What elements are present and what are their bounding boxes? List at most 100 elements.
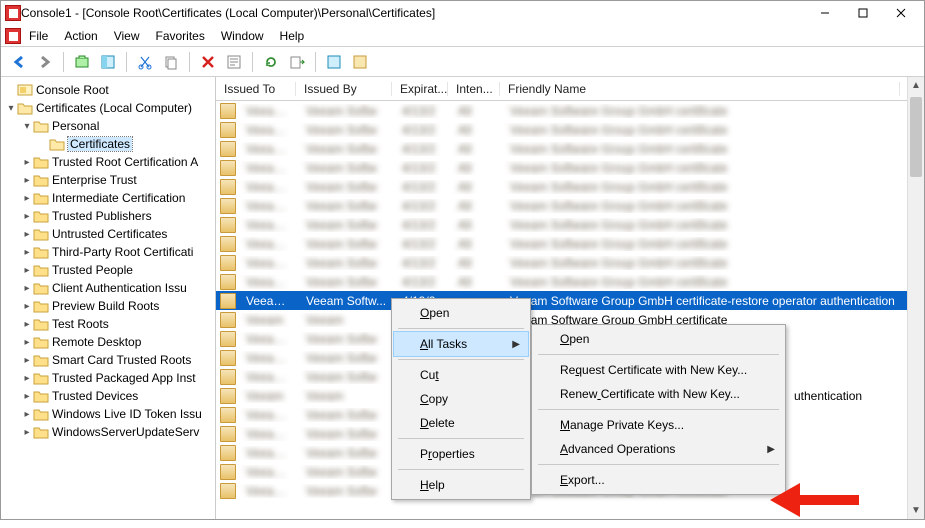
forward-button[interactable]	[33, 50, 57, 74]
list-pane[interactable]: Issued ToIssued ByExpirat...Inten...Frie…	[216, 77, 924, 519]
menu-item-export-[interactable]: Export...	[534, 468, 783, 492]
column-header-issued-to[interactable]: Issued To	[216, 82, 296, 96]
column-header-inten-[interactable]: Inten...	[448, 82, 500, 96]
tree-enterprise-trust[interactable]: ▸Enterprise Trust	[1, 171, 215, 189]
close-button[interactable]	[882, 2, 920, 24]
tree-intermediate-certification[interactable]: ▸Intermediate Certification	[1, 189, 215, 207]
cut-button[interactable]	[133, 50, 157, 74]
tree-twisty-icon[interactable]: ▸	[21, 247, 33, 258]
menu-item-all-tasks[interactable]: All Tasks▶	[394, 332, 528, 356]
scroll-down-icon[interactable]: ▼	[908, 502, 924, 519]
menu-item-open[interactable]: Open	[534, 327, 783, 351]
menu-item-properties[interactable]: Properties	[394, 442, 528, 466]
menu-item-request-certificate-with-new-key-[interactable]: Request Certificate with New Key...	[534, 358, 783, 382]
refresh-button[interactable]	[259, 50, 283, 74]
tree-twisty-icon[interactable]: ▸	[21, 355, 33, 366]
table-row[interactable]: Veeam SVeeam Softw4/13/2AllVeeam Softwar…	[216, 158, 924, 177]
tree-personal-certificates[interactable]: Certificates	[1, 135, 215, 153]
table-row[interactable]: Veeam SVeeam Softw4/13/2AllVeeam Softwar…	[216, 272, 924, 291]
tree-twisty-icon[interactable]: ▸	[21, 229, 33, 240]
show-hide-tree-button[interactable]	[96, 50, 120, 74]
menu-file[interactable]: File	[21, 27, 56, 45]
menu-item-manage-private-keys-[interactable]: Manage Private Keys...	[534, 413, 783, 437]
menu-item-advanced-operations[interactable]: Advanced Operations▶	[534, 437, 783, 461]
tree-twisty-icon[interactable]: ▾	[21, 121, 33, 132]
tree-twisty-icon[interactable]: ▸	[21, 265, 33, 276]
tree-twisty-icon[interactable]: ▸	[21, 337, 33, 348]
tree-trusted-publishers[interactable]: ▸Trusted Publishers	[1, 207, 215, 225]
tree-preview-build-roots[interactable]: ▸Preview Build Roots	[1, 297, 215, 315]
table-row[interactable]: Veeam SVeeam Softw4/13/2AllVeeam Softwar…	[216, 253, 924, 272]
help-button[interactable]	[322, 50, 346, 74]
menu-action[interactable]: Action	[56, 27, 105, 45]
table-row[interactable]: Veeam SVeeam Softw4/13/2AllVeeam Softwar…	[216, 120, 924, 139]
back-button[interactable]	[7, 50, 31, 74]
tree-twisty-icon[interactable]: ▸	[21, 157, 33, 168]
menu-view[interactable]: View	[106, 27, 148, 45]
tree-smart-card-trusted-roots[interactable]: ▸Smart Card Trusted Roots	[1, 351, 215, 369]
folder-icon	[33, 155, 49, 169]
tree-label: Untrusted Certificates	[52, 227, 167, 241]
delete-button[interactable]	[196, 50, 220, 74]
table-row[interactable]: Veeam SVeeam Softw4/13/2AllVeeam Softwar…	[216, 139, 924, 158]
table-row[interactable]: Veeam So...Veeam Softw...4/13/2...Veeam …	[216, 291, 924, 310]
menu-item-open[interactable]: Open	[394, 301, 528, 325]
tree-twisty-icon[interactable]: ▸	[21, 301, 33, 312]
options-button[interactable]	[348, 50, 372, 74]
table-row[interactable]: Veeam SVeeam Softw4/13/2AllVeeam Softwar…	[216, 101, 924, 120]
menu-item-cut[interactable]: Cut	[394, 363, 528, 387]
menu-help[interactable]: Help	[272, 27, 313, 45]
context-submenu-all-tasks[interactable]: Open Request Certificate with New Key...R…	[531, 324, 786, 495]
menu-item-delete[interactable]: Delete	[394, 411, 528, 435]
menu-item-renew-certificate-with-new-key-[interactable]: Renew Certificate with New Key...	[534, 382, 783, 406]
tree-pane[interactable]: Console Root▾Certificates (Local Compute…	[1, 77, 216, 519]
tree-trusted-people[interactable]: ▸Trusted People	[1, 261, 215, 279]
tree-untrusted-certificates[interactable]: ▸ Untrusted Certificates	[1, 225, 215, 243]
menu-window[interactable]: Window	[213, 27, 272, 45]
tree-twisty-icon[interactable]: ▸	[21, 193, 33, 204]
export-list-button[interactable]	[285, 50, 309, 74]
tree-personal[interactable]: ▾Personal	[1, 117, 215, 135]
tree-windows-live-id-token-issu[interactable]: ▸Windows Live ID Token Issu	[1, 405, 215, 423]
tree-twisty-icon[interactable]: ▸	[21, 409, 33, 420]
context-menu[interactable]: Open All Tasks▶ CutCopyDelete Properties Hel…	[391, 298, 531, 500]
menu-item-label: All Tasks	[420, 337, 467, 351]
tree-twisty-icon[interactable]: ▸	[21, 391, 33, 402]
table-row[interactable]: Veeam SVeeam Softw4/13/2AllVeeam Softwar…	[216, 196, 924, 215]
tree-twisty-icon[interactable]: ▸	[21, 283, 33, 294]
scroll-thumb[interactable]	[910, 97, 922, 177]
column-header-expirat-[interactable]: Expirat...	[392, 82, 448, 96]
menu-item-copy[interactable]: Copy	[394, 387, 528, 411]
maximize-button[interactable]	[844, 2, 882, 24]
tree-twisty-icon[interactable]: ▸	[21, 373, 33, 384]
tree-trusted-root-certification-a[interactable]: ▸Trusted Root Certification A	[1, 153, 215, 171]
up-button[interactable]	[70, 50, 94, 74]
menu-item-help[interactable]: Help	[394, 473, 528, 497]
tree-trusted-devices[interactable]: ▸Trusted Devices	[1, 387, 215, 405]
tree-test-roots[interactable]: ▸Test Roots	[1, 315, 215, 333]
table-row[interactable]: Veeam SVeeam Softw4/13/2AllVeeam Softwar…	[216, 177, 924, 196]
tree-twisty-icon[interactable]: ▸	[21, 211, 33, 222]
tree-twisty-icon[interactable]: ▸	[21, 319, 33, 330]
tree-third-party-root-certificati[interactable]: ▸Third-Party Root Certificati	[1, 243, 215, 261]
tree-certificates-local-computer[interactable]: ▾Certificates (Local Computer)	[1, 99, 215, 117]
properties-button[interactable]	[222, 50, 246, 74]
tree-remote-desktop[interactable]: ▸Remote Desktop	[1, 333, 215, 351]
column-header-issued-by[interactable]: Issued By	[296, 82, 392, 96]
copy-button[interactable]	[159, 50, 183, 74]
tree-twisty-icon[interactable]: ▸	[21, 175, 33, 186]
cell: Veeam So...	[240, 294, 300, 308]
table-row[interactable]: Veeam SVeeam Softw4/13/2AllVeeam Softwar…	[216, 215, 924, 234]
tree-windowsserverupdateserv[interactable]: ▸WindowsServerUpdateServ	[1, 423, 215, 441]
tree-twisty-icon[interactable]: ▾	[5, 103, 17, 114]
column-header-friendly-name[interactable]: Friendly Name	[500, 82, 900, 96]
minimize-button[interactable]	[806, 2, 844, 24]
vertical-scrollbar[interactable]: ▲ ▼	[907, 77, 924, 519]
menu-favorites[interactable]: Favorites	[148, 27, 213, 45]
tree-trusted-packaged-app-inst[interactable]: ▸Trusted Packaged App Inst	[1, 369, 215, 387]
tree-client-authentication-issu[interactable]: ▸Client Authentication Issu	[1, 279, 215, 297]
table-row[interactable]: Veeam SVeeam Softw4/13/2AllVeeam Softwar…	[216, 234, 924, 253]
tree-console-root[interactable]: Console Root	[1, 81, 215, 99]
tree-twisty-icon[interactable]: ▸	[21, 427, 33, 438]
scroll-up-icon[interactable]: ▲	[908, 77, 924, 94]
